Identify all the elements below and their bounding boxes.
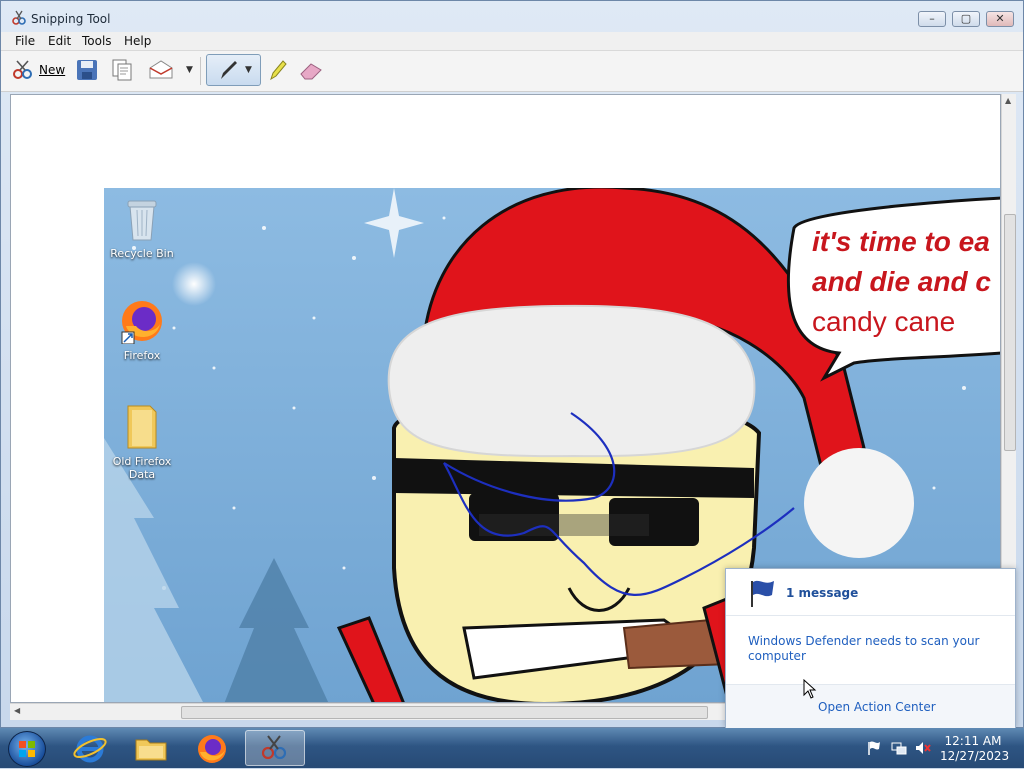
notification-message[interactable]: Windows Defender needs to scan your comp…	[748, 634, 998, 664]
menu-bar: File Edit Tools Help	[1, 32, 1023, 51]
taskbar-file-explorer[interactable]	[123, 730, 179, 766]
pen-dropdown-arrow-icon[interactable]: ▼	[245, 65, 252, 75]
menu-help[interactable]: Help	[124, 34, 151, 48]
taskbar-snipping-tool[interactable]	[245, 730, 305, 766]
menu-file[interactable]: File	[15, 34, 35, 48]
scroll-up-arrow-icon[interactable]: ▲	[1005, 96, 1011, 105]
toolbar: New ▼ ▼	[1, 51, 1023, 92]
menu-tools[interactable]: Tools	[82, 34, 112, 48]
window-title: Snipping Tool	[31, 12, 111, 26]
notification-footer: Open Action Center	[726, 684, 1015, 729]
horizontal-scroll-thumb[interactable]	[181, 706, 708, 719]
speech-bubble-line-3: candy cane	[812, 306, 956, 337]
taskbar: 12:11 AM 12/27/2023	[0, 728, 1024, 768]
taskbar-internet-explorer[interactable]	[62, 730, 118, 766]
network-icon[interactable]	[891, 740, 907, 756]
recycle-bin-label: Recycle Bin	[110, 247, 174, 260]
snipping-tool-taskbar-icon	[261, 735, 287, 760]
send-snip-icon[interactable]	[148, 55, 174, 85]
new-snip-button[interactable]: New	[11, 55, 65, 85]
vertical-scroll-thumb[interactable]	[1004, 214, 1016, 451]
start-button[interactable]	[8, 731, 46, 767]
taskbar-firefox[interactable]	[184, 730, 240, 766]
speech-bubble-text: it's time to ea and die and c candy cane	[812, 222, 1000, 342]
action-center-flag-icon[interactable]	[866, 740, 882, 756]
flag-icon	[751, 580, 774, 607]
speech-bubble-line-2: and die and c	[812, 266, 991, 297]
new-snip-icon	[13, 60, 32, 79]
minimize-button[interactable]: –	[918, 11, 946, 27]
file-explorer-icon	[135, 739, 167, 761]
toolbar-separator	[200, 57, 201, 85]
firefox-icon	[121, 301, 162, 345]
new-snip-label: New	[39, 63, 66, 77]
pen-tool-button[interactable]: ▼	[206, 54, 261, 86]
desktop-icon-old-firefox-data: Old Firefox Data	[104, 402, 180, 481]
clock-date: 12/27/2023	[940, 749, 1010, 763]
open-action-center-link[interactable]: Open Action Center	[818, 700, 936, 714]
firefox-label: Firefox	[123, 349, 161, 362]
folder-icon	[127, 405, 157, 449]
pen-icon	[221, 61, 237, 79]
send-dropdown-arrow-icon[interactable]: ▼	[186, 55, 193, 85]
menu-edit[interactable]: Edit	[48, 34, 71, 48]
eraser-icon[interactable]	[298, 55, 324, 85]
clock-time: 12:11 AM	[944, 734, 1002, 748]
title-bar[interactable]: Snipping Tool – ▢ ✕	[1, 1, 1023, 33]
desktop-icon-recycle-bin: Recycle Bin	[104, 196, 180, 260]
close-button[interactable]: ✕	[986, 11, 1014, 27]
scroll-left-arrow-icon[interactable]: ◀	[14, 706, 20, 715]
volume-muted-icon[interactable]	[915, 740, 931, 756]
recycle-bin-icon	[127, 200, 157, 241]
firefox-taskbar-icon	[198, 735, 226, 763]
copy-icon[interactable]	[110, 55, 134, 85]
old-firefox-data-label: Old Firefox Data	[112, 455, 172, 481]
maximize-button[interactable]: ▢	[952, 11, 980, 27]
windows-logo-icon	[19, 741, 35, 757]
highlighter-icon[interactable]	[267, 55, 289, 85]
system-clock[interactable]: 12:11 AM 12/27/2023	[940, 734, 1010, 764]
save-icon[interactable]	[75, 55, 99, 85]
notification-header: 1 message	[726, 569, 1015, 616]
desktop-icon-firefox: Firefox	[104, 298, 180, 362]
scissors-icon	[12, 10, 26, 25]
action-center-notification: 1 message Windows Defender needs to scan…	[725, 568, 1016, 729]
internet-explorer-icon	[73, 735, 107, 763]
mouse-cursor-icon	[803, 679, 817, 699]
speech-bubble-line-1: it's time to ea	[812, 226, 990, 257]
notification-title[interactable]: 1 message	[786, 586, 858, 600]
